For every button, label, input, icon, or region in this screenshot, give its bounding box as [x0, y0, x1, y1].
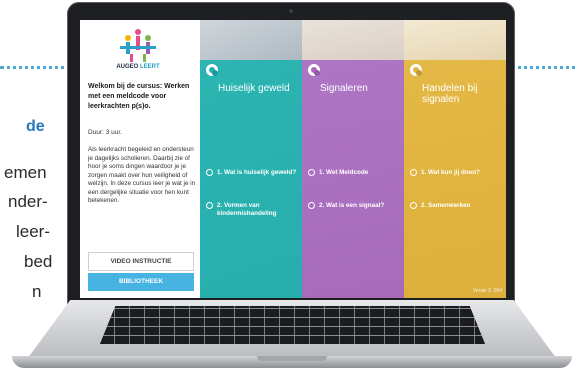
laptop-screen: AUGEO LEERT Welkom bij de cursus: Werken…: [80, 20, 506, 298]
module-title: Huiselijk geweld: [218, 83, 290, 94]
module-title: Handelen bij signalen: [422, 83, 478, 105]
radio-icon: [206, 169, 213, 176]
module-color-overlay: [200, 60, 302, 298]
video-instructie-button[interactable]: VIDEO INSTRUCTIE: [88, 252, 194, 271]
module-handelen-bij-signalen[interactable]: Handelen bij signalen 1. Wat kun jij doe…: [404, 20, 506, 298]
module-signaleren[interactable]: Signaleren 1. Wet Meldcode 2. Wat is een…: [302, 20, 404, 298]
module-color-overlay: [302, 60, 404, 298]
background-text-line: n: [32, 282, 42, 301]
module-marker-icon: [410, 64, 422, 76]
course-description: Als leerkracht begeleid en ondersteun je…: [88, 146, 196, 204]
lesson-link[interactable]: 1. Wet Meldcode: [308, 169, 400, 177]
background-heading: de: [26, 118, 45, 135]
radio-icon: [308, 169, 315, 176]
module-huiselijk-geweld[interactable]: Huiselijk geweld 1. Wat is huiselijk gew…: [200, 20, 302, 298]
radio-icon: [308, 202, 315, 209]
lesson-link[interactable]: 2. Samenwerken: [410, 202, 502, 210]
logo-text: AUGEO LEERT: [116, 64, 160, 70]
dotted-line-left: [0, 66, 72, 69]
version-label: Versie 2. 004: [472, 288, 502, 294]
laptop-notch: [257, 356, 327, 361]
lesson-link[interactable]: 2. Vormen van kindermishandeling: [206, 202, 298, 218]
family-figures-icon: [120, 29, 156, 62]
lesson-link[interactable]: 1. Wat is huiselijk geweld?: [206, 169, 298, 177]
radio-icon: [206, 202, 213, 209]
course-sidebar: AUGEO LEERT Welkom bij de cursus: Werken…: [80, 20, 200, 298]
background-text-line: emen: [4, 163, 47, 182]
background-text-line: nder-: [8, 192, 48, 211]
background-text-line: leer-: [16, 222, 51, 241]
augeo-logo: AUGEO LEERT: [108, 28, 168, 74]
dotted-line-right: [506, 66, 575, 69]
module-marker-icon: [308, 64, 320, 76]
lesson-link[interactable]: 2. Wat is een signaal?: [308, 202, 400, 210]
radio-icon: [410, 169, 417, 176]
course-duration: Duur: 3 uur.: [88, 129, 122, 136]
module-title: Signaleren: [320, 83, 368, 94]
camera-icon: [289, 9, 293, 13]
background-text-line: bed: [24, 252, 53, 271]
radio-icon: [410, 202, 417, 209]
module-marker-icon: [206, 64, 218, 76]
lesson-link[interactable]: 1. Wat kun jij doen?: [410, 169, 502, 177]
bibliotheek-button[interactable]: BIBLIOTHEEK: [88, 273, 194, 291]
welcome-title: Welkom bij de cursus: Werken met een mel…: [88, 83, 190, 110]
laptop-keyboard: [100, 306, 485, 344]
